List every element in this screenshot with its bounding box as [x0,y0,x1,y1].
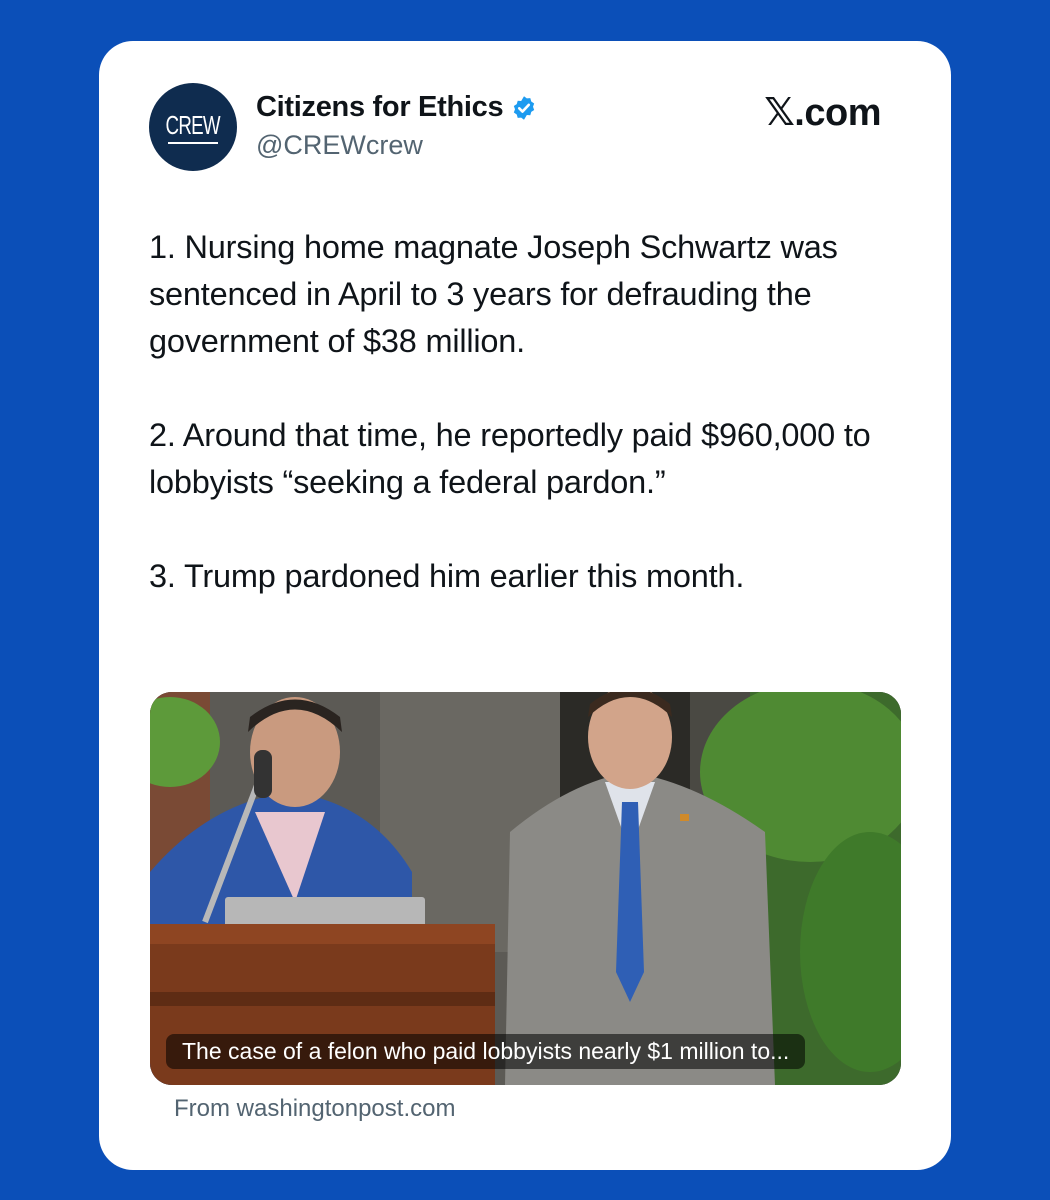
news-photo [150,692,901,1085]
verified-badge-icon [511,95,537,121]
tweet-text: 1. Nursing home magnate Joseph Schwartz … [149,224,909,600]
author-handle[interactable]: @CREWcrew [256,130,423,161]
tweet-paragraph-3: 3. Trump pardoned him earlier this month… [149,558,745,594]
link-card-image[interactable]: The case of a felon who paid lobbyists n… [150,692,901,1085]
tweet-paragraph-2: 2. Around that time, he reportedly paid … [149,417,871,500]
link-source[interactable]: From washingtonpost.com [174,1095,455,1123]
profile-avatar[interactable]: CREW [149,83,237,171]
link-card-caption: The case of a felon who paid lobbyists n… [166,1034,806,1069]
x-com-brand: 𝕏.com [764,92,881,134]
author-name-row: Citizens for Ethics [256,91,537,124]
author-display-name[interactable]: Citizens for Ethics [256,91,504,124]
avatar-logo-underline [168,141,218,144]
tweet-card: CREW Citizens for Ethics @CREWcrew 𝕏.com… [99,41,951,1170]
tweet-paragraph-1: 1. Nursing home magnate Joseph Schwartz … [149,229,838,359]
avatar-logo-text: CREW [165,109,221,140]
